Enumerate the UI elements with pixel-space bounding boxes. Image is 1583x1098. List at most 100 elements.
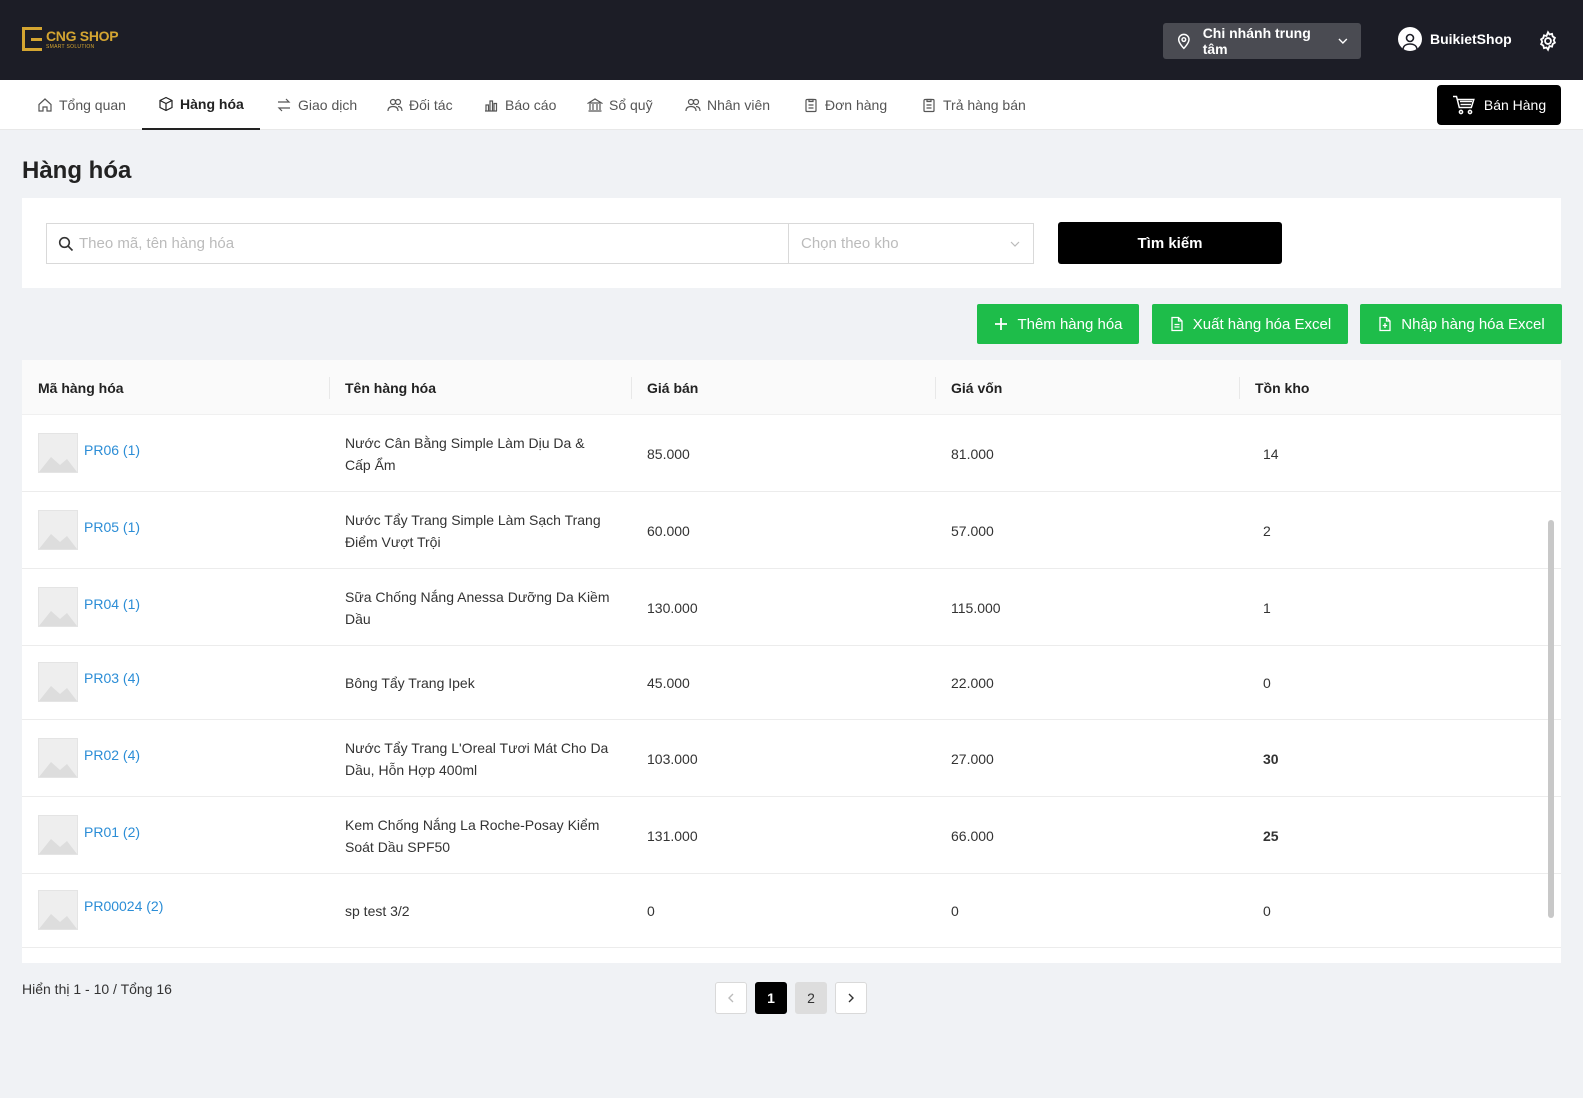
add-product-button[interactable]: Thêm hàng hóa	[977, 304, 1139, 344]
clipboard-icon	[923, 98, 935, 113]
product-code-link[interactable]: PR00024 (2)	[84, 895, 163, 917]
nav-item-doi-tac[interactable]: Đối tác	[387, 80, 453, 130]
clipboard-icon	[805, 98, 817, 113]
logo-mark	[22, 27, 42, 51]
pagination-summary: Hiển thị 1 - 10 / Tổng 16	[22, 981, 172, 997]
nav-item-giao-dich[interactable]: Giao dịch	[276, 80, 357, 130]
user-icon	[1402, 33, 1418, 51]
page-title: Hàng hóa	[22, 157, 132, 184]
product-stock: 0	[1263, 903, 1271, 919]
product-code-link[interactable]: PR03 (4)	[84, 667, 140, 689]
product-code-link[interactable]: PR01 (2)	[84, 821, 140, 843]
product-price: 45.000	[647, 675, 690, 691]
nav-item-hang-hoa[interactable]: Hàng hóa	[142, 80, 260, 130]
table-row[interactable]: PR00024 (2) sp test 3/2 0 0 0	[22, 874, 1561, 948]
product-name: Nước Tẩy Trang L'Oreal Tươi Mát Cho Da D…	[345, 740, 609, 778]
search-placeholder: Theo mã, tên hàng hóa	[79, 235, 235, 252]
brand-logo[interactable]: CNG SHOP SMART SOLUTION	[22, 27, 119, 51]
product-stock: 0	[1263, 675, 1271, 691]
column-header-name[interactable]: Tên hàng hóa	[345, 360, 436, 415]
box-icon	[159, 96, 173, 112]
column-header-cost[interactable]: Giá vốn	[951, 360, 1002, 415]
image-placeholder-icon	[39, 457, 77, 472]
nav-item-don-hang[interactable]: Đơn hàng	[803, 80, 887, 130]
next-page-button[interactable]	[835, 982, 867, 1014]
export-excel-button[interactable]: Xuất hàng hóa Excel	[1152, 304, 1348, 344]
table-row[interactable]: PR06 (1) Nước Cân Bằng Simple Làm Dịu Da…	[22, 415, 1561, 492]
nav-item-tong-quan[interactable]: Tổng quan	[37, 80, 126, 130]
nav-item-so-quy[interactable]: Sổ quỹ	[587, 80, 653, 130]
nav-label: Nhân viên	[707, 97, 771, 113]
image-placeholder-icon	[39, 839, 77, 854]
product-thumbnail	[38, 890, 78, 930]
product-price: 103.000	[647, 751, 698, 767]
username: BuikietShop	[1430, 31, 1512, 47]
product-cost: 66.000	[951, 828, 994, 844]
product-price: 131.000	[647, 828, 698, 844]
nav-item-nhan-vien[interactable]: Nhân viên	[685, 80, 770, 130]
page-button-2[interactable]: 2	[795, 982, 827, 1014]
search-panel: Theo mã, tên hàng hóa Chọn theo kho Tìm …	[22, 198, 1561, 288]
sell-button-label: Bán Hàng	[1483, 97, 1547, 113]
search-input[interactable]: Theo mã, tên hàng hóa	[46, 223, 788, 264]
file-icon	[1171, 316, 1183, 332]
gear-icon[interactable]	[1537, 30, 1559, 52]
chart-icon	[485, 100, 498, 112]
column-header-stock[interactable]: Tồn kho	[1255, 360, 1309, 415]
product-thumbnail	[38, 815, 78, 855]
product-table: Mã hàng hóa Tên hàng hóa Giá bán Giá vốn…	[22, 360, 1561, 963]
prev-page-button[interactable]	[715, 982, 747, 1014]
table-row[interactable]: PR03 (4) Bông Tẩy Trang Ipek 45.000 22.0…	[22, 646, 1561, 720]
product-cost: 81.000	[951, 446, 994, 462]
nav-item-bao-cao[interactable]: Báo cáo	[483, 80, 556, 130]
page-button-1[interactable]: 1	[755, 982, 787, 1014]
product-stock: 14	[1263, 446, 1279, 462]
column-divider	[1239, 377, 1240, 399]
product-thumbnail	[38, 587, 78, 627]
warehouse-select[interactable]: Chọn theo kho	[788, 223, 1034, 264]
product-cost: 27.000	[951, 751, 994, 767]
column-header-code[interactable]: Mã hàng hóa	[38, 360, 124, 415]
nav-label: Báo cáo	[505, 97, 557, 113]
table-scrollbar[interactable]	[1548, 520, 1554, 918]
bank-icon	[587, 98, 603, 112]
product-code-link[interactable]: PR06 (1)	[84, 439, 140, 461]
nav-label: Trả hàng bán	[943, 97, 1026, 113]
nav-label: Đơn hàng	[825, 97, 888, 113]
column-header-price[interactable]: Giá bán	[647, 360, 698, 415]
sell-button[interactable]: Bán Hàng	[1437, 85, 1561, 125]
product-name: Nước Cân Bằng Simple Làm Dịu Da & Cấp Ẩm	[345, 435, 585, 473]
product-name: Bông Tẩy Trang Ipek	[345, 675, 475, 691]
top-bar: CNG SHOP SMART SOLUTION Chi nhánh trung …	[0, 0, 1583, 80]
search-button[interactable]: Tìm kiếm	[1058, 222, 1282, 264]
user-menu[interactable]: BuikietShop	[1398, 27, 1512, 51]
brand-name: CNG SHOP	[46, 27, 119, 44]
product-code-link[interactable]: PR02 (4)	[84, 744, 140, 766]
shopping-cart-icon	[1452, 95, 1475, 115]
swap-icon	[277, 98, 291, 112]
product-thumbnail	[38, 662, 78, 702]
product-price: 60.000	[647, 523, 690, 539]
nav-item-tra-hang-ban[interactable]: Trả hàng bán	[921, 80, 1026, 130]
product-name: Sữa Chống Nắng Anessa Dưỡng Da Kiềm Dầu	[345, 589, 610, 627]
table-header: Mã hàng hóa Tên hàng hóa Giá bán Giá vốn…	[22, 360, 1561, 415]
product-thumbnail	[38, 738, 78, 778]
main-nav: Tổng quan Hàng hóa Giao dịch Đối tác Báo…	[0, 80, 1583, 130]
product-code-link[interactable]: PR05 (1)	[84, 516, 140, 538]
partners-icon	[387, 98, 403, 112]
table-row[interactable]: PR01 (2) Kem Chống Nắng La Roche-Posay K…	[22, 797, 1561, 874]
table-row[interactable]: PR05 (1) Nước Tẩy Trang Simple Làm Sạch …	[22, 492, 1561, 569]
table-row[interactable]: PR04 (1) Sữa Chống Nắng Anessa Dưỡng Da …	[22, 569, 1561, 646]
product-cost: 57.000	[951, 523, 994, 539]
nav-label: Đối tác	[409, 97, 453, 113]
import-excel-button[interactable]: Nhập hàng hóa Excel	[1360, 304, 1562, 344]
product-thumbnail	[38, 433, 78, 473]
product-price: 130.000	[647, 600, 698, 616]
branch-selector[interactable]: Chi nhánh trung tâm	[1163, 23, 1361, 59]
import-excel-label: Nhập hàng hóa Excel	[1401, 315, 1545, 333]
file-import-icon	[1379, 316, 1391, 332]
product-code-link[interactable]: PR04 (1)	[84, 593, 140, 615]
table-row[interactable]: PR02 (4) Nước Tẩy Trang L'Oreal Tươi Mát…	[22, 720, 1561, 797]
product-stock: 25	[1263, 828, 1279, 844]
column-divider	[631, 377, 632, 399]
